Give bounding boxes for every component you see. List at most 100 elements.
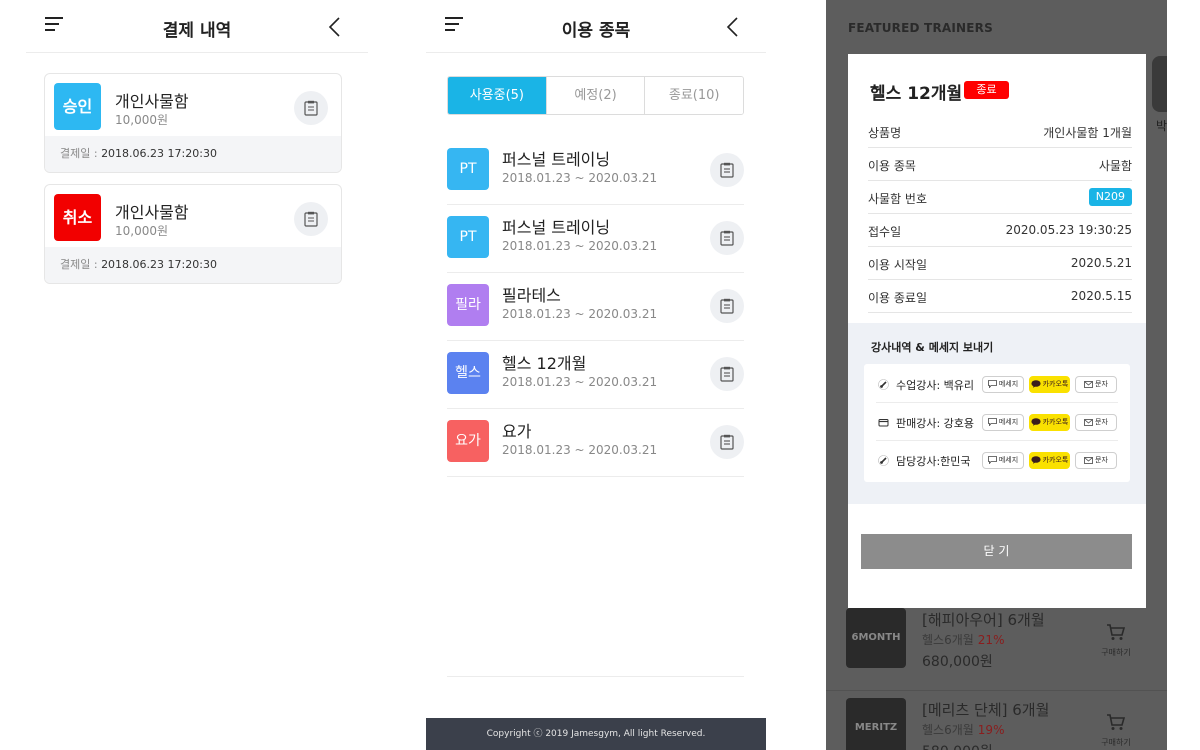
info-value: 2020.5.21 bbox=[1070, 256, 1132, 270]
trainer-label: 판매강사: 강호용 bbox=[896, 417, 975, 430]
list-item[interactable]: 필라 필라테스 2018.01.23 ~ 2020.03.21 bbox=[447, 273, 744, 341]
kakaotalk-icon bbox=[1031, 418, 1041, 426]
detail-button[interactable] bbox=[710, 221, 744, 255]
page-title: 결제 내역 bbox=[162, 21, 232, 41]
tab-scheduled[interactable]: 예정(2) bbox=[545, 77, 645, 114]
info-key: 이용 종목 bbox=[868, 159, 916, 173]
list-item[interactable]: 헬스 헬스 12개월 2018.01.23 ~ 2020.03.21 bbox=[447, 341, 744, 409]
receipt-button[interactable] bbox=[294, 91, 328, 125]
sms-button-label: 문자 bbox=[1095, 380, 1108, 388]
list-item[interactable]: PT 퍼스널 트레이닝 2018.01.23 ~ 2020.03.21 bbox=[447, 205, 744, 273]
payment-date: 2018.06.23 17:20:30 bbox=[101, 147, 217, 160]
info-value: 2020.5.15 bbox=[1070, 289, 1132, 303]
sms-button[interactable]: 문자 bbox=[1075, 452, 1117, 469]
info-value: 사물함 bbox=[1098, 159, 1132, 173]
sms-button[interactable]: 문자 bbox=[1075, 414, 1117, 431]
payment-date-label: 결제일 : bbox=[60, 258, 98, 271]
list-item[interactable]: PT 퍼스널 트레이닝 2018.01.23 ~ 2020.03.21 bbox=[447, 137, 744, 205]
trainer-row: 담당강사:한민국 메세지 카카오톡 문자 bbox=[876, 442, 1118, 479]
message-button[interactable]: 메세지 bbox=[982, 376, 1024, 393]
message-button-label: 메세지 bbox=[998, 418, 1019, 426]
clipboard-icon bbox=[720, 298, 734, 314]
payment-card[interactable]: 승인 개인사물함 10,000원 결제일 : 2018.06.23 17:20:… bbox=[44, 73, 342, 173]
message-button-label: 메세지 bbox=[998, 380, 1019, 388]
service-period: 2018.01.23 ~ 2020.03.21 bbox=[502, 375, 658, 389]
usage-header: 이용 종목 bbox=[426, 0, 766, 53]
product-period: 헬스6개월 21% bbox=[922, 631, 1004, 648]
card-icon bbox=[878, 419, 889, 427]
info-row: 상품명 개인사물함 1개월 bbox=[868, 115, 1132, 148]
buy-button[interactable]: 구매하기 bbox=[1096, 623, 1136, 658]
detail-button[interactable] bbox=[710, 289, 744, 323]
product-thumbnail: MERITZ bbox=[846, 698, 906, 750]
info-key: 사물함 번호 bbox=[868, 192, 928, 206]
detail-button[interactable] bbox=[710, 357, 744, 391]
message-button[interactable]: 메세지 bbox=[982, 452, 1024, 469]
back-chevron-icon[interactable] bbox=[724, 17, 742, 37]
detail-button[interactable] bbox=[710, 153, 744, 187]
product-item[interactable]: 6MONTH [해피아우어] 6개월 헬스6개월 21% 680,000원 구매하… bbox=[826, 601, 1167, 691]
buy-button[interactable]: 구매하기 bbox=[1096, 713, 1136, 748]
list-item[interactable]: 요가 요가 2018.01.23 ~ 2020.03.21 bbox=[447, 409, 744, 477]
cart-icon bbox=[1107, 624, 1126, 640]
clipboard-icon bbox=[304, 100, 318, 116]
service-name: 요가 bbox=[502, 422, 532, 441]
info-key: 이용 종료일 bbox=[868, 291, 928, 305]
sms-button[interactable]: 문자 bbox=[1075, 376, 1117, 393]
service-period: 2018.01.23 ~ 2020.03.21 bbox=[502, 239, 658, 253]
payment-history-screen: 결제 내역 승인 개인사물함 10,000원 결제일 : 2018.06.23 … bbox=[26, 0, 368, 750]
sms-button-label: 문자 bbox=[1095, 456, 1108, 464]
sms-button-label: 문자 bbox=[1095, 418, 1108, 426]
product-period-label: 헬스6개월 bbox=[922, 633, 974, 647]
product-price: 580,000원 bbox=[922, 741, 993, 750]
back-chevron-icon[interactable] bbox=[326, 17, 344, 37]
product-item[interactable]: MERITZ [메리츠 단체] 6개월 헬스6개월19% 580,000원 구매… bbox=[826, 691, 1167, 750]
info-row: 이용 시작일 2020.5.21 bbox=[868, 247, 1132, 280]
copyright-footer: Copyright ⓒ 2019 Jamesgym, All light Res… bbox=[426, 718, 766, 750]
product-name: [메리츠 단체] 6개월 bbox=[922, 701, 1050, 719]
payment-date-label: 결제일 : bbox=[60, 147, 98, 160]
service-period: 2018.01.23 ~ 2020.03.21 bbox=[502, 307, 658, 321]
trainer-panel: 강사내역 & 메세지 보내기 수업강사: 백유리 메세지 카카오톡 문자 판매강… bbox=[848, 323, 1146, 504]
kakaotalk-button[interactable]: 카카오톡 bbox=[1029, 452, 1070, 469]
service-name: 퍼스널 트레이닝 bbox=[502, 150, 611, 169]
product-price: 680,000원 bbox=[922, 654, 993, 670]
payment-item-name: 개인사물함 bbox=[115, 203, 189, 222]
trainer-row: 수업강사: 백유리 메세지 카카오톡 문자 bbox=[876, 366, 1118, 403]
message-button[interactable]: 메세지 bbox=[982, 414, 1024, 431]
kakaotalk-button[interactable]: 카카오톡 bbox=[1029, 414, 1070, 431]
payment-item-price: 10,000원 bbox=[115, 224, 169, 238]
receipt-button[interactable] bbox=[294, 202, 328, 236]
payment-item-name: 개인사물함 bbox=[115, 92, 189, 111]
service-period: 2018.01.23 ~ 2020.03.21 bbox=[502, 171, 658, 185]
cart-icon bbox=[1107, 714, 1126, 730]
modal-title: 헬스 12개월 bbox=[870, 84, 963, 104]
service-badge: 필라 bbox=[447, 284, 489, 326]
info-row: 접수일 2020.05.23 19:30:25 bbox=[868, 214, 1132, 247]
payment-date-row: 결제일 : 2018.06.23 17:20:30 bbox=[45, 136, 341, 172]
buy-label: 구매하기 bbox=[1101, 648, 1131, 657]
trainer-panel-title: 강사내역 & 메세지 보내기 bbox=[871, 341, 994, 354]
detail-button[interactable] bbox=[710, 425, 744, 459]
clipboard-icon bbox=[304, 211, 318, 227]
kakaotalk-button-label: 카카오톡 bbox=[1042, 456, 1069, 464]
kakaotalk-button-label: 카카오톡 bbox=[1042, 418, 1069, 426]
whistle-icon bbox=[878, 455, 889, 466]
message-icon bbox=[987, 418, 997, 427]
kakaotalk-button-label: 카카오톡 bbox=[1042, 380, 1069, 388]
payment-card[interactable]: 취소 개인사물함 10,000원 결제일 : 2018.06.23 17:20:… bbox=[44, 184, 342, 284]
info-row: 사물함 번호 N209 bbox=[868, 181, 1132, 214]
message-icon bbox=[987, 456, 997, 465]
trainer-list: 수업강사: 백유리 메세지 카카오톡 문자 판매강사: 강호용 메세지 카카오톡… bbox=[864, 364, 1130, 482]
close-button[interactable]: 닫 기 bbox=[861, 534, 1132, 569]
info-row: 이용 종목 사물함 bbox=[868, 148, 1132, 181]
service-period: 2018.01.23 ~ 2020.03.21 bbox=[502, 443, 658, 457]
kakaotalk-button[interactable]: 카카오톡 bbox=[1029, 376, 1070, 393]
trainer-name-fragment: 박 bbox=[1156, 119, 1167, 133]
buy-label: 구매하기 bbox=[1101, 738, 1131, 747]
usage-tabs: 사용중(5) 예정(2) 종료(10) bbox=[447, 76, 744, 115]
service-name: 퍼스널 트레이닝 bbox=[502, 218, 611, 237]
tab-ended[interactable]: 종료(10) bbox=[644, 77, 743, 114]
info-value: 개인사물함 1개월 bbox=[1043, 126, 1132, 140]
tab-in-use[interactable]: 사용중(5) bbox=[448, 77, 546, 114]
